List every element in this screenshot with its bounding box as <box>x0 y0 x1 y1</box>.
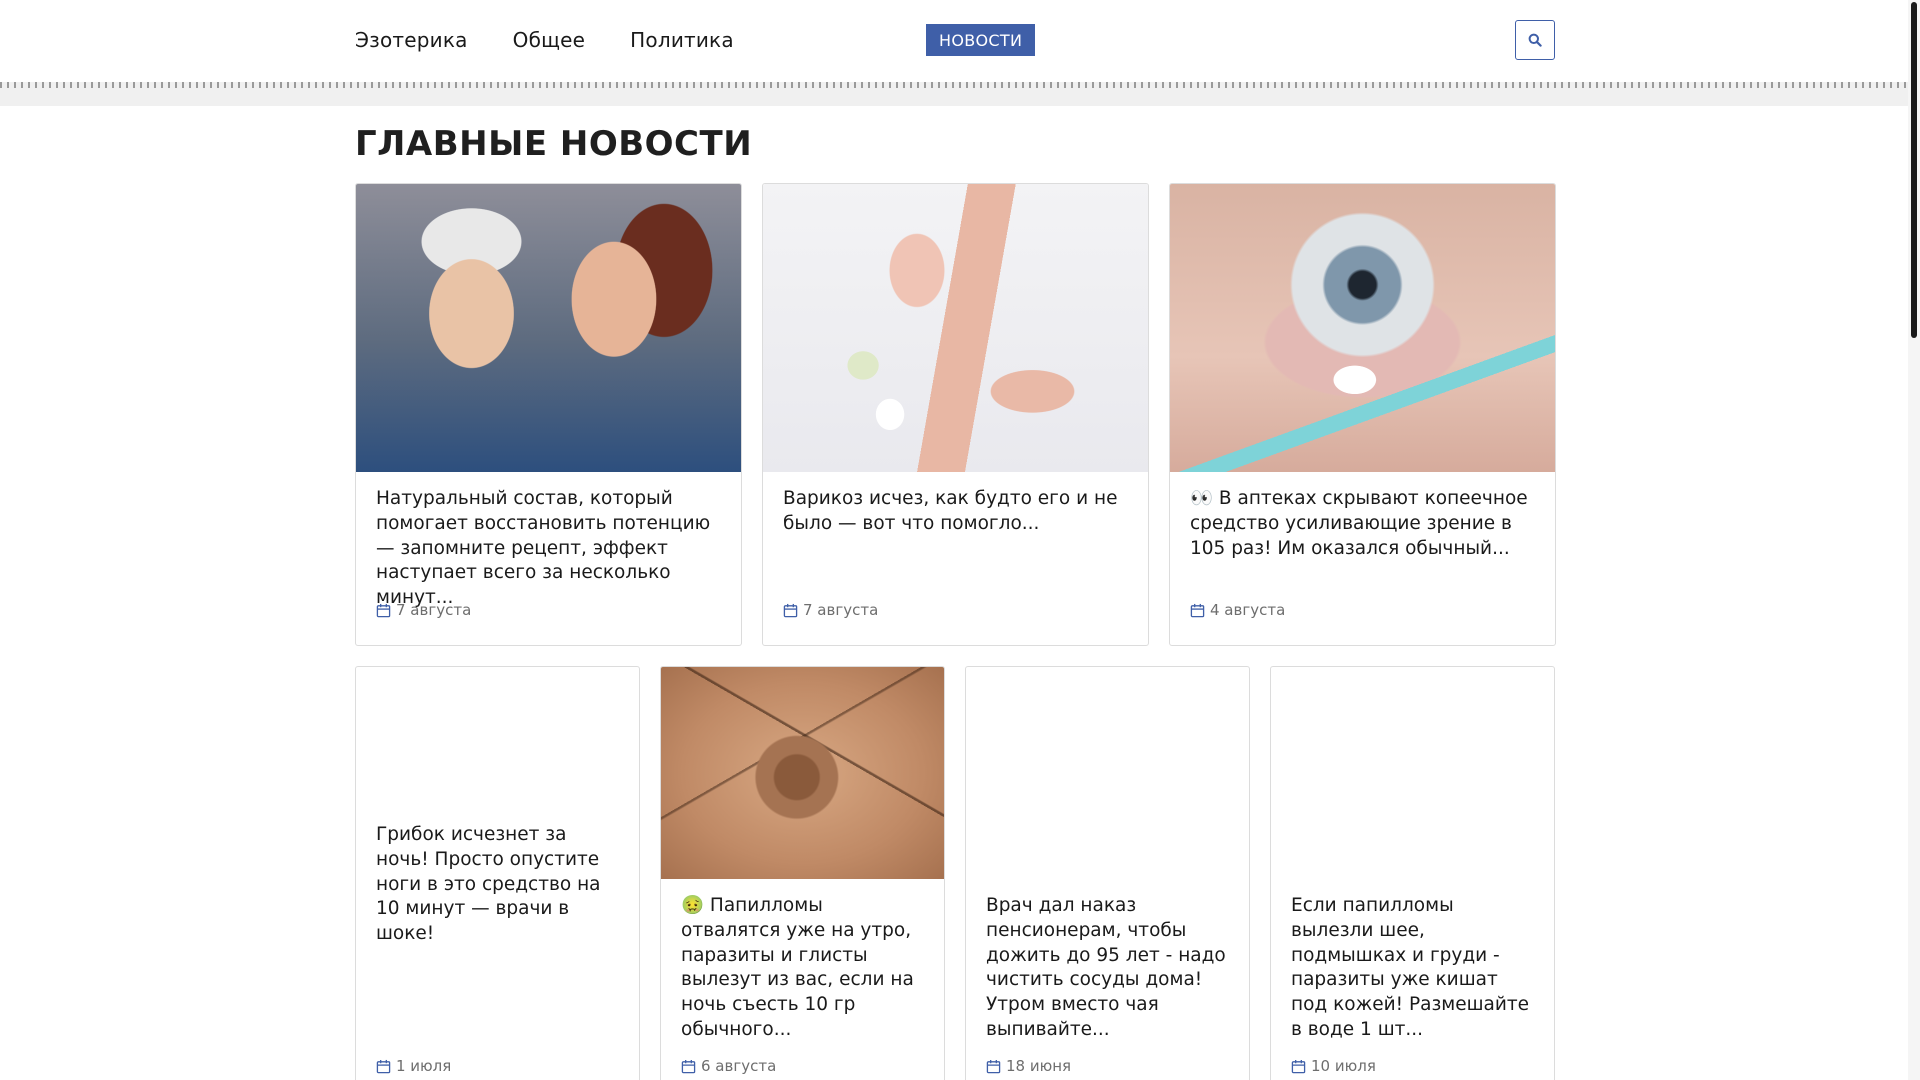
news-card-date: 18 июня <box>986 1057 1071 1075</box>
news-card[interactable]: 👀 В аптеках скрывают копеечное средство … <box>1169 183 1556 646</box>
news-card[interactable]: Натуральный состав, который помогает вос… <box>355 183 742 646</box>
news-card-date: 7 августа <box>376 601 471 619</box>
calendar-icon <box>681 1059 696 1073</box>
search-button[interactable] <box>1515 20 1555 60</box>
calendar-icon <box>783 603 798 617</box>
news-card-title[interactable]: 👀 В аптеках скрывают копеечное средство … <box>1190 487 1537 561</box>
news-card[interactable]: Врач дал наказ пенсионерам, чтобы дожить… <box>965 666 1250 1080</box>
page-scrollbar[interactable] <box>1908 0 1920 1080</box>
scrollbar-thumb[interactable] <box>1911 2 1917 338</box>
news-card-title[interactable]: Натуральный состав, который помогает вос… <box>376 487 723 611</box>
news-card-date: 10 июля <box>1291 1057 1376 1075</box>
leg-cream-photo[interactable] <box>763 184 1148 472</box>
news-card-title[interactable]: Если папилломы вылезли шее, подмышках и … <box>1291 894 1536 1043</box>
news-card[interactable]: Если папилломы вылезли шее, подмышках и … <box>1270 666 1555 1080</box>
nav-item-general[interactable]: Общее <box>513 28 586 52</box>
date-text: 6 августа <box>701 1057 777 1075</box>
date-text: 10 июля <box>1311 1057 1376 1075</box>
news-card[interactable]: Варикоз исчез, как будто его и не было —… <box>762 183 1149 646</box>
calendar-icon <box>376 603 391 617</box>
news-card-date: 1 июля <box>376 1057 451 1075</box>
news-card-date: 7 августа <box>783 601 878 619</box>
news-card-title[interactable]: Грибок исчезнет за ночь! Просто опустите… <box>376 823 621 947</box>
header-divider <box>0 82 1908 106</box>
page-title: ГЛАВНЫЕ НОВОСТИ <box>355 124 753 164</box>
calendar-icon <box>1190 603 1205 617</box>
date-text: 7 августа <box>803 601 879 619</box>
news-card[interactable]: Грибок исчезнет за ночь! Просто опустите… <box>355 666 640 1080</box>
search-icon <box>1528 33 1542 47</box>
main-nav: Эзотерика Общее Политика <box>355 0 734 80</box>
nav-item-politics[interactable]: Политика <box>630 28 734 52</box>
date-text: 4 августа <box>1210 601 1286 619</box>
date-text: 7 августа <box>396 601 472 619</box>
date-text: 18 июня <box>1006 1057 1072 1075</box>
elderly-couple-photo[interactable] <box>356 184 741 472</box>
calendar-icon <box>376 1059 391 1073</box>
calendar-icon <box>986 1059 1001 1073</box>
skin-papilloma-photo[interactable] <box>661 667 944 879</box>
news-card-date: 6 августа <box>681 1057 776 1075</box>
nav-item-esoterics[interactable]: Эзотерика <box>355 28 468 52</box>
news-card-title[interactable]: 🤢 Папилломы отвалятся уже на утро, параз… <box>681 894 926 1043</box>
news-card-title[interactable]: Врач дал наказ пенсионерам, чтобы дожить… <box>986 894 1231 1043</box>
nav-item-news[interactable]: НОВОСТИ <box>926 24 1036 56</box>
calendar-icon <box>1291 1059 1306 1073</box>
news-card-title[interactable]: Варикоз исчез, как будто его и не было —… <box>783 487 1130 537</box>
site-header: Эзотерика Общее Политика НОВОСТИ <box>0 0 1908 106</box>
news-card[interactable]: 🤢 Папилломы отвалятся уже на утро, параз… <box>660 666 945 1080</box>
news-card-date: 4 августа <box>1190 601 1285 619</box>
eye-closeup-photo[interactable] <box>1170 184 1555 472</box>
date-text: 1 июля <box>396 1057 452 1075</box>
